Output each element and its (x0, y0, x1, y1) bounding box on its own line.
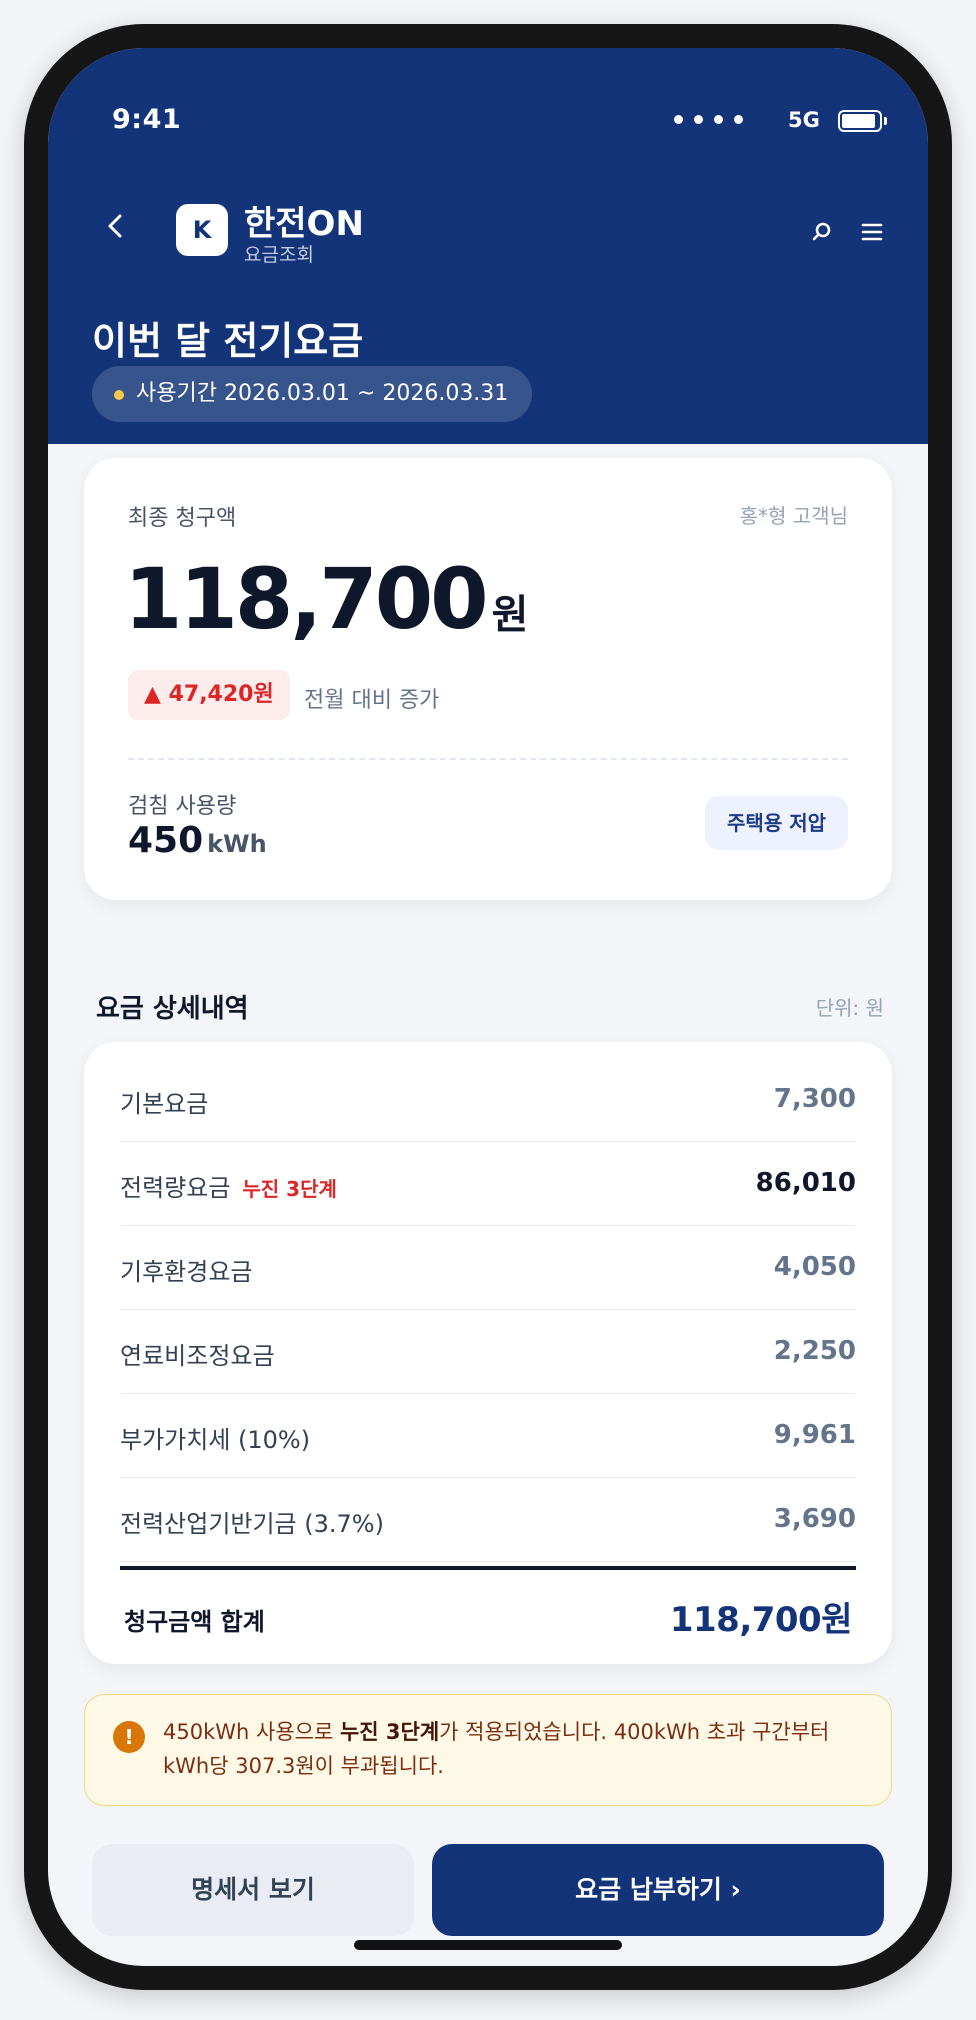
charge-row-label: 부가가치세 (10%) (120, 1426, 311, 1454)
charge-row: 부가가치세 (10%) 9,961 (120, 1394, 856, 1478)
total-value: 118,700원 (669, 1600, 853, 1640)
bill-amount-unit: 원 (491, 592, 529, 638)
search-icon[interactable] (810, 220, 834, 244)
phone-screen: 9:41 5G K 한전ON 요금조회 이번 달 전기요금 사용기간 2026.… (48, 48, 928, 1966)
total-divider (120, 1566, 856, 1570)
pay-bill-button[interactable]: 요금 납부하기 › (432, 1844, 884, 1936)
charge-row-label: 전력산업기반기금 (3.7%) (120, 1510, 384, 1538)
app-header: 9:41 5G K 한전ON 요금조회 이번 달 전기요금 사용기간 2026.… (48, 48, 928, 444)
progressive-tier-badge: 누진 3단계 (242, 1177, 337, 1201)
charge-row-value: 7,300 (773, 1084, 856, 1114)
increase-badge: ▲ 47,420원 (128, 670, 290, 720)
charge-row-label: 기후환경요금 (120, 1258, 253, 1286)
bill-amount: 118,700 원 (124, 550, 528, 648)
usage-amount: 450 kWh (128, 820, 267, 861)
bill-summary-card: 최종 청구액 홍*형 고객님 118,700 원 ▲ 47,420원 전월 대비 … (84, 458, 892, 900)
charge-row: 전력량요금 누진 3단계 86,010 (120, 1142, 856, 1226)
charge-row-label-text: 전력량요금 (120, 1174, 231, 1202)
back-icon[interactable] (96, 206, 136, 246)
phone-frame: 9:41 5G K 한전ON 요금조회 이번 달 전기요금 사용기간 2026.… (24, 24, 952, 1990)
charge-row: 전력산업기반기금 (3.7%) 3,690 (120, 1478, 856, 1562)
details-unit-note: 단위: 원 (815, 996, 884, 1020)
charge-details-card: 기본요금 7,300 전력량요금 누진 3단계 86,010 기후환경요금 4,0… (84, 1042, 892, 1664)
charge-row-label: 기본요금 (120, 1090, 209, 1118)
warning-icon: ! (113, 1721, 145, 1753)
usage-unit: kWh (207, 830, 267, 858)
charge-row: 기후환경요금 4,050 (120, 1226, 856, 1310)
charge-row-value: 9,961 (773, 1420, 856, 1450)
view-statement-button[interactable]: 명세서 보기 (92, 1844, 414, 1936)
bill-label: 최종 청구액 (128, 506, 237, 531)
battery-icon (838, 110, 887, 132)
charge-row-label: 연료비조정요금 (120, 1342, 275, 1370)
charge-row: 기본요금 7,300 (120, 1058, 856, 1142)
status-time: 9:41 (112, 104, 182, 135)
usage-period-text: 사용기간 2026.03.01 ~ 2026.03.31 (136, 381, 509, 406)
home-indicator[interactable] (354, 1940, 622, 1950)
menu-icon[interactable] (860, 220, 884, 244)
notice-text-part: 450kWh 사용으로 (163, 1720, 340, 1744)
signal-icon (674, 115, 778, 125)
charge-row: 연료비조정요금 2,250 (120, 1310, 856, 1394)
notice-text: 450kWh 사용으로 누진 3단계가 적용되었습니다. 400kWh 초과 구… (163, 1715, 863, 1783)
charge-row-value: 2,250 (773, 1336, 856, 1366)
app-subtitle: 요금조회 (244, 244, 314, 266)
status-bar: 9:41 5G (48, 48, 928, 148)
customer-name: 홍*형 고객님 (739, 504, 848, 528)
charge-row-value: 86,010 (755, 1168, 856, 1198)
plan-badge: 주택용 저압 (705, 796, 848, 850)
details-section-title: 요금 상세내역 (96, 994, 249, 1024)
app-logo: K (176, 204, 228, 256)
charge-row-value: 4,050 (773, 1252, 856, 1282)
usage-period-chip: 사용기간 2026.03.01 ~ 2026.03.31 (92, 366, 533, 422)
notice-text-bold: 누진 3단계 (339, 1720, 440, 1744)
period-dot-icon (114, 390, 124, 400)
usage-value: 450 (128, 820, 204, 861)
app-title: 한전ON (244, 204, 364, 244)
progressive-tier-notice: ! 450kWh 사용으로 누진 3단계가 적용되었습니다. 400kWh 초과… (84, 1694, 892, 1806)
charge-row-label: 전력량요금 누진 3단계 (120, 1168, 337, 1203)
increase-caption: 전월 대비 증가 (304, 688, 440, 713)
bill-amount-value: 118,700 (124, 550, 489, 648)
charge-row-value: 3,690 (773, 1504, 856, 1534)
usage-label: 검침 사용량 (128, 794, 237, 819)
page-title: 이번 달 전기요금 (92, 319, 364, 363)
dashed-divider (128, 758, 848, 760)
total-label: 청구금액 합계 (124, 1608, 265, 1636)
network-type: 5G (788, 108, 820, 132)
